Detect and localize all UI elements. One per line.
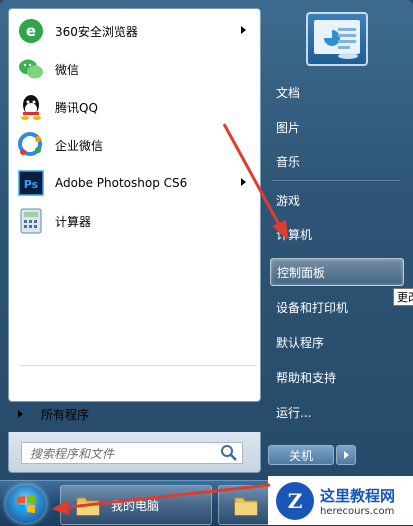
- program-photoshop[interactable]: Ps Adobe Photoshop CS6: [13, 165, 256, 201]
- menu-label: 控制面板: [277, 265, 326, 280]
- svg-text:Ps: Ps: [24, 178, 39, 191]
- folder-icon: [75, 493, 101, 517]
- control-panel-picture-icon: [314, 20, 360, 59]
- wecom-icon: [17, 131, 45, 159]
- program-calculator[interactable]: 计算器: [13, 203, 256, 239]
- shutdown-options-button[interactable]: [336, 445, 356, 465]
- menu-pictures[interactable]: 图片: [270, 113, 404, 141]
- menu-devices-printers[interactable]: 设备和打印机: [270, 293, 404, 321]
- program-label: 计算器: [55, 214, 92, 229]
- user-avatar[interactable]: [306, 12, 368, 66]
- program-label: 企业微信: [55, 138, 104, 153]
- menu-label: 音乐: [276, 154, 301, 169]
- menu-label: 文档: [276, 85, 301, 100]
- wechat-icon: [17, 55, 45, 83]
- menu-computer[interactable]: 计算机: [270, 220, 404, 248]
- calculator-icon: [17, 207, 45, 235]
- start-button[interactable]: [6, 485, 46, 523]
- program-360-browser[interactable]: e 360安全浏览器: [13, 13, 256, 49]
- shutdown-button[interactable]: 关机: [268, 445, 334, 465]
- tooltip: 更改: [393, 288, 413, 306]
- search-placeholder: 搜索程序和文件: [30, 446, 115, 461]
- svg-text:Z: Z: [288, 489, 303, 513]
- watermark-title: 这里教程网: [320, 486, 396, 505]
- all-programs-button[interactable]: 所有程序: [4, 402, 244, 426]
- menu-control-panel[interactable]: 控制面板: [270, 258, 404, 286]
- menu-label: 图片: [276, 120, 301, 135]
- submenu-arrow-icon: [241, 178, 246, 186]
- menu-label: 游戏: [276, 193, 301, 208]
- 360-browser-icon: e: [17, 17, 45, 45]
- photoshop-icon: Ps: [17, 169, 45, 197]
- svg-text:e: e: [26, 22, 36, 40]
- program-label: 微信: [55, 62, 80, 77]
- search-input[interactable]: 搜索程序和文件: [21, 442, 243, 464]
- watermark-logo-icon: Z: [276, 481, 314, 520]
- windows-logo-icon: [17, 495, 35, 513]
- program-qq[interactable]: 腾讯QQ: [13, 89, 256, 125]
- menu-help-support[interactable]: 帮助和支持: [270, 363, 404, 391]
- divider: [272, 180, 400, 181]
- menu-run[interactable]: 运行...: [270, 398, 404, 426]
- menu-label: 设备和打印机: [276, 300, 349, 315]
- taskbar-item-computer[interactable]: 我的电脑: [60, 485, 212, 525]
- search-area: 搜索程序和文件: [8, 432, 261, 473]
- program-label: Adobe Photoshop CS6: [55, 176, 188, 190]
- folder-icon: [233, 493, 259, 517]
- submenu-arrow-icon: [241, 26, 246, 34]
- menu-games[interactable]: 游戏: [270, 186, 404, 214]
- qq-icon: [17, 93, 45, 121]
- watermark: Z 这里教程网 herecours.com: [268, 476, 413, 525]
- chevron-right-icon: [343, 451, 349, 459]
- menu-music[interactable]: 音乐: [270, 147, 404, 175]
- divider: [19, 365, 257, 366]
- menu-label: 计算机: [276, 227, 313, 242]
- search-icon[interactable]: [220, 444, 238, 462]
- all-programs-label: 所有程序: [41, 407, 90, 422]
- menu-documents[interactable]: 文档: [270, 78, 404, 106]
- menu-label: 帮助和支持: [276, 370, 337, 385]
- menu-default-programs[interactable]: 默认程序: [270, 328, 404, 356]
- menu-label: 默认程序: [276, 335, 325, 350]
- program-label: 腾讯QQ: [55, 100, 98, 115]
- program-wechat[interactable]: 微信: [13, 51, 256, 87]
- program-wecom[interactable]: 企业微信: [13, 127, 256, 163]
- watermark-url: herecours.com: [320, 505, 395, 517]
- menu-label: 运行...: [276, 405, 312, 420]
- program-label: 360安全浏览器: [55, 24, 138, 39]
- expand-arrow-icon: [18, 410, 23, 418]
- programs-pane: e 360安全浏览器 微信 腾讯QQ 企业微信 Ps Adobe Photosh…: [8, 8, 261, 402]
- taskbar-item-label: 我的电脑: [111, 498, 160, 513]
